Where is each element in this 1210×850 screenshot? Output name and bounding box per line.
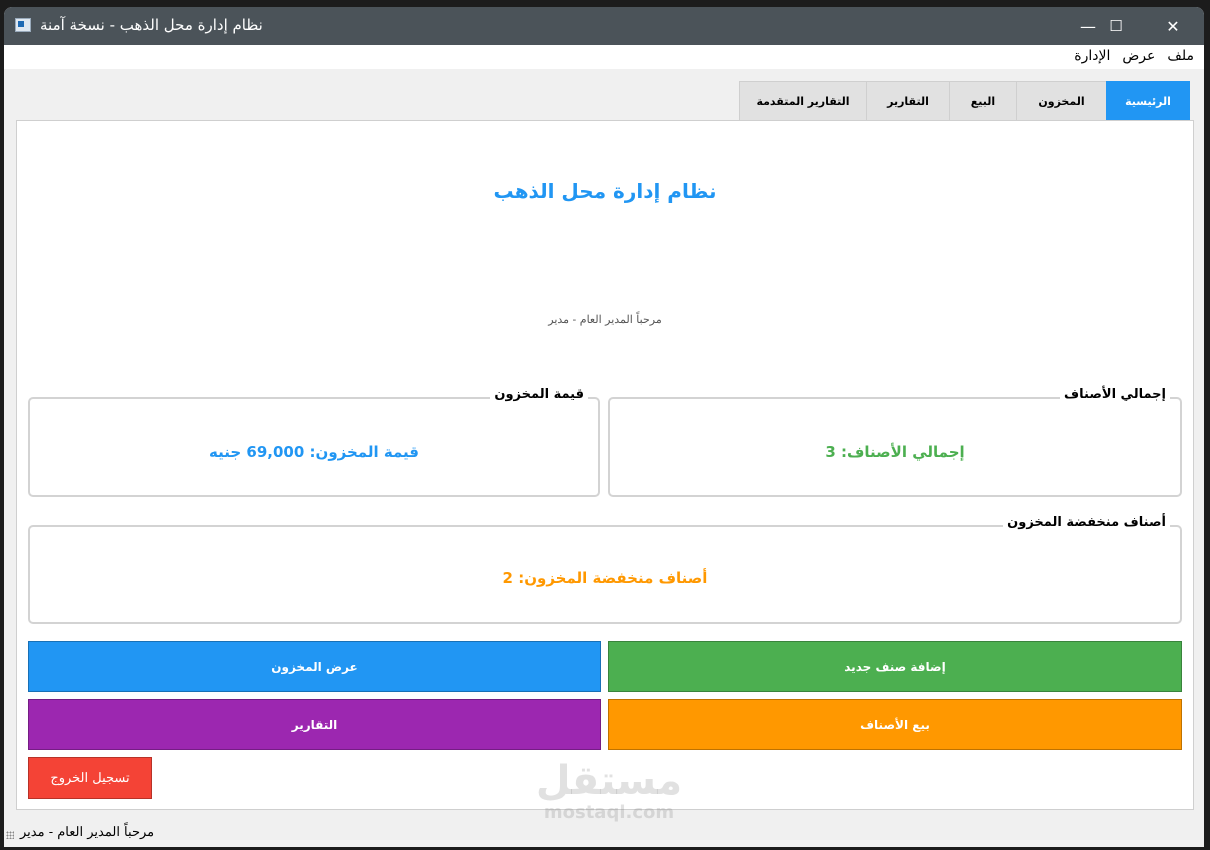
tab-reports[interactable]: التقارير [866, 81, 950, 120]
menu-file[interactable]: ملف [1161, 45, 1200, 69]
low-stock-title: أصناف منخفضة المخزون [1003, 515, 1170, 530]
close-icon[interactable]: ✕ [1144, 7, 1202, 45]
logout-button[interactable]: تسجيل الخروج [28, 757, 152, 799]
inventory-value-title: قيمة المخزون [490, 387, 588, 402]
menu-view[interactable]: عرض [1116, 45, 1161, 69]
view-inventory-button[interactable]: عرض المخزون [28, 641, 601, 692]
total-items-label: إجمالي الأصناف: 3 [825, 443, 965, 461]
watermark: مستقل mostaql.com [534, 759, 684, 823]
tab-advanced-reports[interactable]: التقارير المتقدمة [739, 81, 867, 120]
watermark-arabic: مستقل [535, 758, 683, 804]
maximize-icon[interactable]: ☐ [1090, 7, 1142, 45]
sell-items-button[interactable]: بيع الأصناف [608, 699, 1182, 750]
app-icon [15, 18, 31, 32]
window-title: نظام إدارة محل الذهب - نسخة آمنة [40, 16, 263, 34]
app-window: نظام إدارة محل الذهب - نسخة آمنة — ☐ ✕ م… [4, 7, 1204, 847]
tab-home[interactable]: الرئيسية [1106, 81, 1190, 120]
menu-admin[interactable]: الإدارة [1068, 45, 1116, 69]
status-text: مرحباً المدير العام - مدير [20, 825, 155, 840]
title-bar[interactable]: نظام إدارة محل الذهب - نسخة آمنة — ☐ ✕ [4, 7, 1204, 45]
low-stock-label: أصناف منخفضة المخزون: 2 [502, 569, 708, 587]
welcome-message: مرحباً المدير العام - مدير [548, 313, 662, 326]
page-title: نظام إدارة محل الذهب [493, 179, 717, 203]
watermark-latin: mostaql.com [543, 802, 675, 823]
status-bar: مرحباً المدير العام - مدير [4, 821, 1204, 847]
tab-bar: الرئيسية المخزون البيع التقارير التقارير… [739, 81, 1190, 121]
tab-inventory[interactable]: المخزون [1016, 81, 1107, 120]
resize-grip-icon[interactable] [6, 831, 14, 839]
menu-bar: ملف عرض الإدارة [4, 45, 1204, 69]
total-items-title: إجمالي الأصناف [1060, 387, 1170, 402]
low-stock-group: أصناف منخفضة المخزون أصناف منخفضة المخزو… [28, 515, 1182, 624]
tab-sales[interactable]: البيع [949, 81, 1017, 120]
add-item-button[interactable]: إضافة صنف جديد [608, 641, 1182, 692]
inventory-value-label: قيمة المخزون: 69,000 جنيه [209, 443, 419, 461]
home-panel: نظام إدارة محل الذهب مرحباً المدير العام… [16, 120, 1194, 810]
inventory-value-group: قيمة المخزون قيمة المخزون: 69,000 جنيه [28, 387, 600, 497]
reports-button[interactable]: التقارير [28, 699, 601, 750]
total-items-group: إجمالي الأصناف إجمالي الأصناف: 3 [608, 387, 1182, 497]
